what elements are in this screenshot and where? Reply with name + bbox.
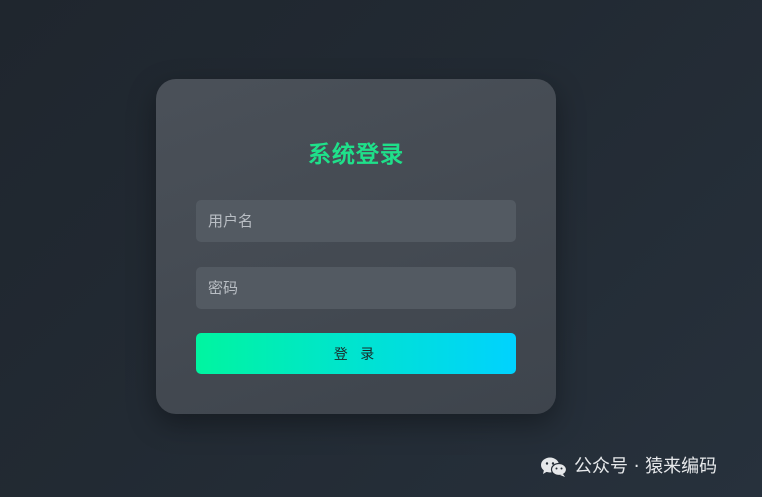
wechat-icon bbox=[540, 456, 568, 478]
username-input[interactable] bbox=[196, 200, 516, 242]
password-input[interactable] bbox=[196, 267, 516, 309]
watermark: 公众号 · 猿来编码 bbox=[540, 454, 717, 480]
login-card: 系统登录 登 录 bbox=[156, 79, 556, 414]
watermark-text: 公众号 · 猿来编码 bbox=[574, 456, 718, 477]
login-title: 系统登录 bbox=[308, 142, 404, 168]
login-button[interactable]: 登 录 bbox=[196, 333, 516, 374]
